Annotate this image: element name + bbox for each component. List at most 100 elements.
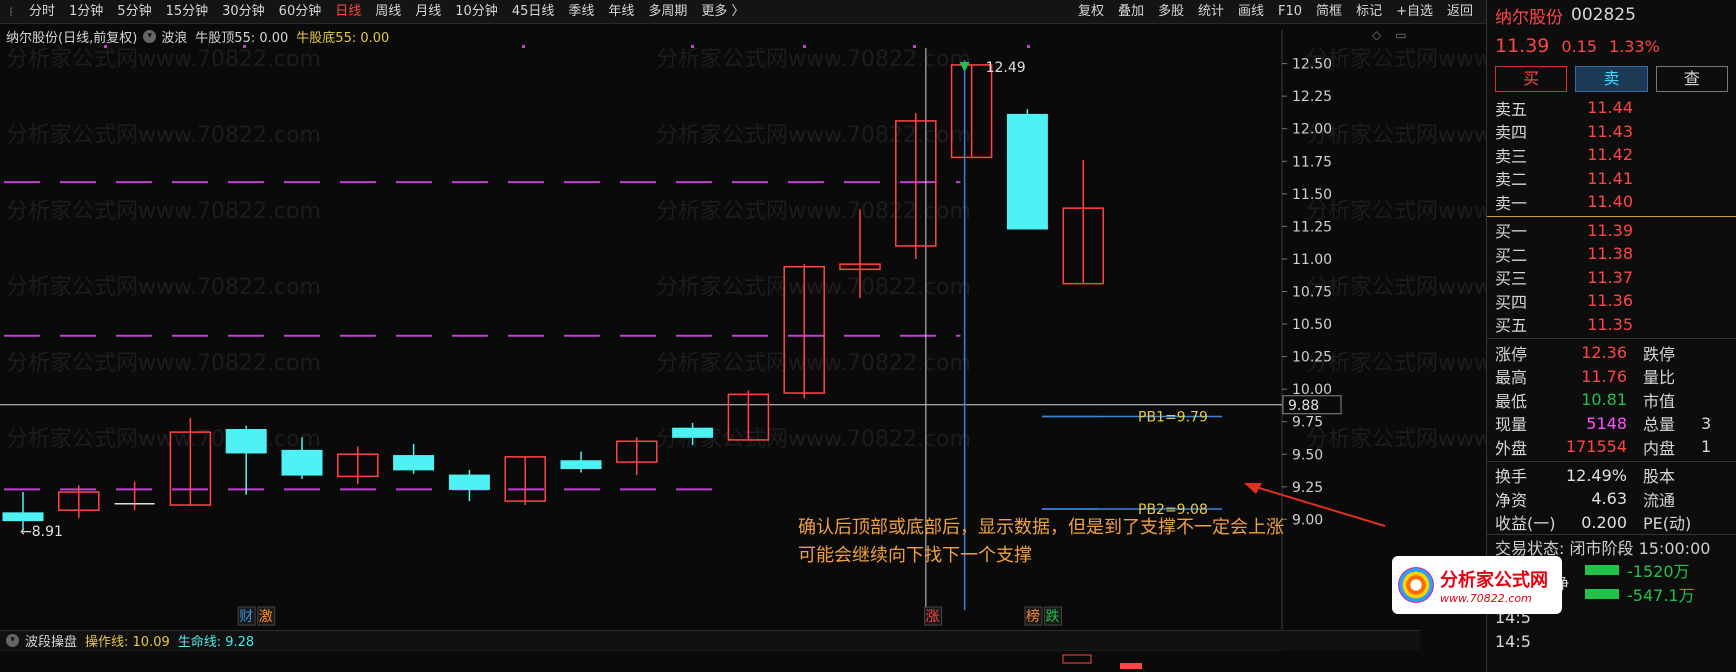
pb2-label: PB2=9.08	[1138, 502, 1208, 518]
ask-row[interactable]: 卖一 11.40	[1487, 190, 1736, 214]
tool-button[interactable]: 返回	[1440, 0, 1480, 24]
tool-button[interactable]: 画线	[1231, 0, 1271, 24]
site-logo: 分析家公式网 www.70822.com	[1392, 556, 1562, 614]
ask-row[interactable]: 卖四 11.43	[1487, 120, 1736, 144]
main-flow-value: -1520万	[1627, 562, 1690, 581]
grip-icon[interactable]: ⁞	[0, 5, 22, 19]
period-tab[interactable]: 1分钟	[62, 0, 110, 24]
ask-row[interactable]: 卖五 11.44	[1487, 96, 1736, 120]
period-tab[interactable]: 年线	[601, 0, 641, 24]
period-tab[interactable]: 45日线	[505, 0, 562, 24]
tool-button[interactable]: 复权	[1071, 0, 1111, 24]
tool-button[interactable]: 标记	[1349, 0, 1389, 24]
y-tick-label: 11.50	[1292, 187, 1332, 203]
price-change: 0.15	[1561, 36, 1598, 56]
event-tag-label: 涨	[926, 609, 940, 625]
bid-row[interactable]: 买三 11.37	[1487, 266, 1736, 290]
tool-button[interactable]: 简框	[1309, 0, 1349, 24]
level-price: 11.40	[1587, 192, 1633, 212]
y-tick-label: 10.50	[1292, 317, 1332, 333]
stat-label: 收益(一)	[1495, 514, 1556, 534]
candle-body	[225, 429, 267, 454]
candle-body	[560, 460, 602, 470]
stat-row: 现量 5148 总量 3	[1487, 412, 1736, 436]
watermark-text: 分析家公式网www.70822.com	[656, 351, 971, 376]
period-tab[interactable]: 30分钟	[215, 0, 272, 24]
tool-button[interactable]: +自选	[1389, 0, 1440, 24]
quote-title: 纳尔股份 002825	[1487, 0, 1736, 30]
level-price: 11.44	[1587, 98, 1633, 118]
five-day-flow-value: -547.1万	[1627, 586, 1695, 605]
stat-value: 12.36	[1581, 343, 1627, 363]
lower-pane-bar	[1120, 663, 1142, 669]
buy-button[interactable]: 买	[1495, 66, 1568, 92]
sell-button[interactable]: 卖	[1575, 66, 1648, 92]
period-tab[interactable]: 季线	[561, 0, 601, 24]
stat-row: 最高 11.76 量比	[1487, 365, 1736, 389]
level-price: 11.36	[1587, 291, 1633, 311]
stat-value-2: 3	[1701, 413, 1712, 433]
watermark-text: 分析家公式网www.70822.com	[6, 199, 321, 224]
bid-row[interactable]: 买一 11.39	[1487, 219, 1736, 243]
period-tab[interactable]: 60分钟	[272, 0, 329, 24]
level-price: 11.38	[1587, 244, 1633, 264]
level-label: 卖五	[1495, 99, 1528, 119]
watermark-text: 分析家公式网www.70822.com	[6, 275, 321, 300]
y-tick-label: 10.25	[1292, 350, 1332, 366]
stat-label-2: 总量	[1643, 415, 1676, 435]
stat-value: 11.76	[1581, 366, 1627, 386]
period-tab[interactable]: 5分钟	[110, 0, 158, 24]
ask-row[interactable]: 卖三 11.42	[1487, 143, 1736, 167]
candle-body	[281, 449, 323, 476]
diamond-icon[interactable]: ◇	[1372, 28, 1381, 42]
bid-row[interactable]: 买四 11.36	[1487, 289, 1736, 313]
stat-label-2: 内盘	[1643, 438, 1676, 458]
event-tag-label: 财	[239, 609, 253, 625]
stat-row: 换手 12.49% 股本	[1487, 464, 1736, 488]
candle-body	[2, 512, 44, 522]
period-tab[interactable]: 月线	[408, 0, 448, 24]
tool-button[interactable]: F10	[1271, 0, 1309, 24]
tool-button[interactable]: 多股	[1151, 0, 1191, 24]
period-tab[interactable]: 日线	[328, 0, 368, 24]
indicator-dropdown-icon[interactable]: ▾	[143, 29, 157, 43]
event-tag-label: 跌	[1046, 609, 1060, 625]
candle-body	[393, 455, 435, 471]
y-tick-label: 9.25	[1292, 480, 1323, 496]
y-tick-label: 9.00	[1292, 512, 1323, 528]
stat-value: 12.49%	[1565, 465, 1627, 485]
query-button[interactable]: 查	[1655, 66, 1728, 92]
top-line-value: 牛股顶55: 0.00	[195, 30, 289, 46]
trade-state: 交易状态: 闭市阶段 15:00:00	[1487, 534, 1736, 558]
level-price: 11.42	[1587, 145, 1633, 165]
quote-price-row: 11.39 0.15 1.33%	[1487, 30, 1736, 62]
watermark-text: 分析家公式网www.70822.com	[656, 123, 971, 148]
indicator-name[interactable]: 波浪	[161, 27, 187, 46]
stat-label: 现量	[1495, 415, 1528, 435]
tool-button[interactable]: 叠加	[1111, 0, 1151, 24]
sub-indicator-dropdown-icon[interactable]: ▾	[6, 634, 19, 647]
period-tab[interactable]: 更多 〉	[694, 0, 751, 24]
stat-label-2: PE(动)	[1643, 514, 1692, 534]
level-label: 买三	[1495, 269, 1528, 289]
period-tab[interactable]: 多周期	[641, 0, 694, 24]
level-label: 买五	[1495, 316, 1528, 336]
high-price-label: 12.49	[986, 60, 1026, 76]
level-label: 买一	[1495, 222, 1528, 242]
bid-row[interactable]: 买五 11.35	[1487, 313, 1736, 337]
period-tab[interactable]: 分时	[22, 0, 62, 24]
stat-label: 最高	[1495, 368, 1528, 388]
tool-button[interactable]: 统计	[1191, 0, 1231, 24]
y-tick-label: 12.25	[1292, 89, 1332, 105]
window-icon[interactable]: ▭	[1395, 28, 1406, 42]
period-tab[interactable]: 周线	[368, 0, 408, 24]
level-label: 卖一	[1495, 193, 1528, 213]
price-change-pct: 1.33%	[1609, 36, 1660, 56]
period-tab[interactable]: 15分钟	[159, 0, 216, 24]
crosshair-price-label: 9.88	[1288, 398, 1319, 414]
bid-row[interactable]: 买二 11.38	[1487, 242, 1736, 266]
ask-row[interactable]: 卖二 11.41	[1487, 167, 1736, 191]
sub-indicator-name[interactable]: 波段操盘	[25, 631, 77, 650]
level-label: 买四	[1495, 292, 1528, 312]
period-tab[interactable]: 10分钟	[448, 0, 505, 24]
